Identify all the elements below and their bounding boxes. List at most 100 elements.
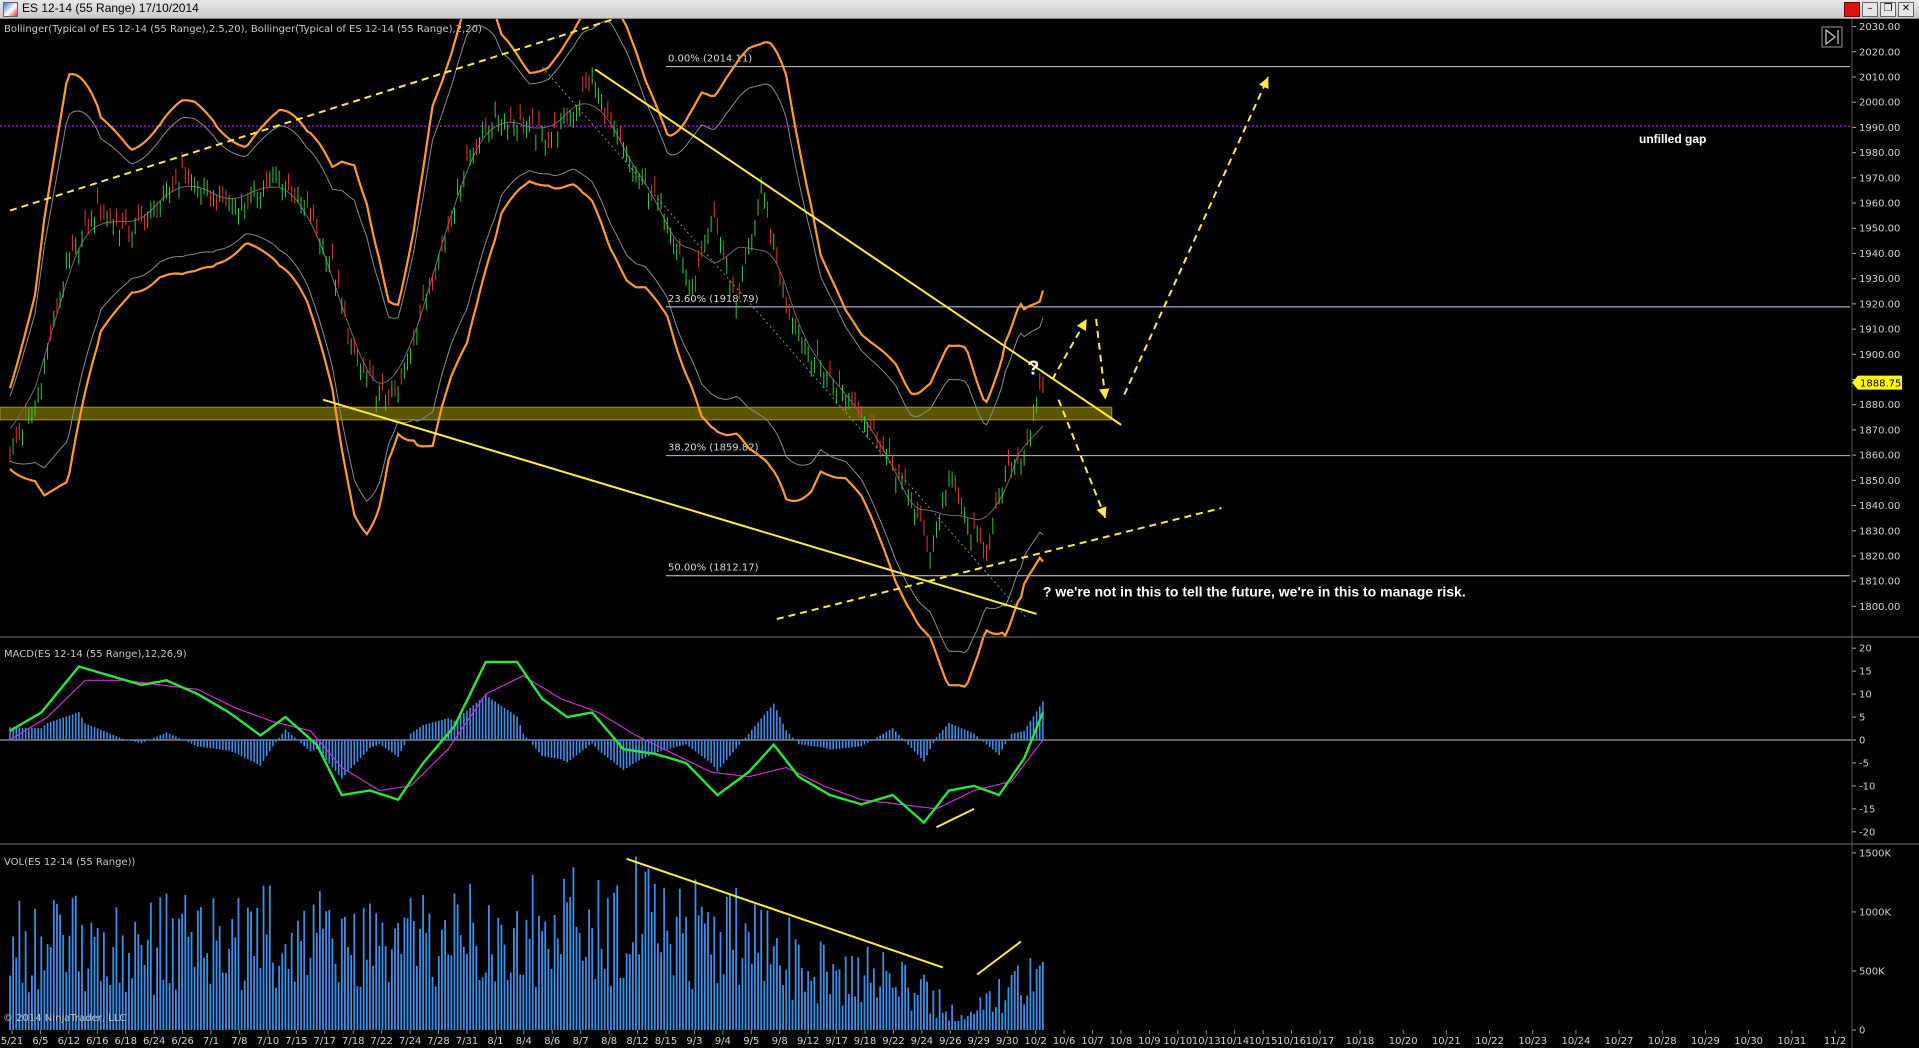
x-tick-label: 9/18: [854, 1036, 876, 1047]
price-y-tick-label: 1980.00: [1859, 148, 1900, 159]
x-tick-label: 10/21: [1432, 1036, 1461, 1047]
unfilled-gap-label: unfilled gap: [1639, 132, 1706, 146]
macd-y-tick-label: 0: [1859, 736, 1865, 747]
support-zone: [0, 406, 1113, 421]
bollinger-midline: [9, 103, 1044, 521]
macd-y-tick-label: -15: [1859, 804, 1875, 815]
x-tick-label: 7/28: [427, 1036, 449, 1047]
bollinger-inner-band-upper: [9, 20, 1044, 426]
price-y-tick-label: 1940.00: [1859, 249, 1900, 260]
close-window-icon[interactable]: ✕: [1898, 2, 1914, 17]
x-tick-label: 9/5: [743, 1036, 759, 1047]
x-tick-label: 10/18: [1346, 1036, 1375, 1047]
macd-indicator-label: MACD(ES 12-14 (55 Range),12,26,9): [4, 649, 187, 660]
x-tick-label: 10/24: [1561, 1036, 1590, 1047]
x-tick-label: 9/24: [911, 1036, 933, 1047]
volume-trendline: [626, 857, 944, 969]
price-y-tick-label: 1830.00: [1859, 526, 1900, 537]
macd-panel[interactable]: MACD(ES 12-14 (55 Range),12,26,9) -20 -15…: [0, 638, 1919, 844]
x-tick-label: 10/27: [1605, 1036, 1634, 1047]
volume-indicator-label: VOL(ES 12-14 (55 Range)): [4, 857, 135, 868]
x-tick-label: 10/30: [1734, 1036, 1763, 1047]
price-y-tick-label: 1840.00: [1859, 501, 1900, 512]
macd-y-axis: -20 -15 -10 -5 0 5 10 15 20: [1852, 638, 1919, 844]
x-tick-label: 9/26: [939, 1036, 961, 1047]
x-tick-label: 6/16: [86, 1036, 108, 1047]
price-trendline: [1123, 76, 1270, 396]
x-tick-label: 6/5: [32, 1036, 48, 1047]
x-tick-label: 7/17: [314, 1036, 336, 1047]
fib-level-label: 23.60% (1918.79): [668, 294, 759, 305]
copyright-label: © 2014 NinjaTrader, LLC: [3, 1013, 126, 1024]
x-tick-label: 10/14: [1220, 1036, 1249, 1047]
bollinger-outer-band-lower: [9, 180, 1044, 688]
restore-window-icon[interactable]: ❐: [1880, 2, 1896, 17]
macd-y-tick-label: -20: [1859, 827, 1875, 838]
x-tick-label: 7/15: [285, 1036, 307, 1047]
price-y-tick-label: 1930.00: [1859, 274, 1900, 285]
fib-level-label: 50.00% (1812.17): [668, 563, 759, 574]
x-tick-label: 8/1: [487, 1036, 503, 1047]
x-tick-label: 9/17: [825, 1036, 847, 1047]
x-tick-label: 10/23: [1518, 1036, 1547, 1047]
price-y-axis: 1800.00 1810.00 1820.00 1830.00 1840.00 1850.…: [1852, 19, 1919, 637]
x-tick-label: 10/7: [1081, 1036, 1103, 1047]
x-tick-label: 5/21: [1, 1036, 23, 1047]
x-tick-label: 10/15: [1249, 1036, 1278, 1047]
price-y-tick-label: 1880.00: [1859, 400, 1900, 411]
x-tick-label: 7/31: [456, 1036, 478, 1047]
price-y-tick-label: 1900.00: [1859, 350, 1900, 361]
x-tick-label: 9/4: [715, 1036, 731, 1047]
arrowhead: [1076, 319, 1087, 331]
x-tick-label: 10/20: [1389, 1036, 1418, 1047]
x-tick-label: 9/8: [772, 1036, 788, 1047]
x-tick-label: 8/4: [516, 1036, 532, 1047]
x-tick-label: 8/6: [544, 1036, 560, 1047]
x-tick-label: 10/31: [1777, 1036, 1806, 1047]
macd-trendline: [936, 807, 975, 829]
app-icon: [3, 2, 18, 17]
volume-y-tick-label: 500K: [1859, 966, 1885, 977]
macd-y-tick-label: 5: [1859, 713, 1865, 724]
x-axis: 5/21 6/5 6/12 6/16 6/18 6/24 6/26 7/1 7/8 7/10 7/1…: [1, 1030, 1846, 1047]
chart-trader-toggle-icon[interactable]: [1821, 26, 1843, 48]
price-y-tick-label: 1920.00: [1859, 299, 1900, 310]
price-panel[interactable]: Bollinger(Typical of ES 12-14 (55 Range)…: [0, 19, 1919, 688]
chart-area[interactable]: Bollinger(Typical of ES 12-14 (55 Range)…: [0, 19, 1919, 1048]
x-tick-label: 10/16: [1277, 1036, 1306, 1047]
volume-y-axis: 0 500K 1000K 1500K: [1852, 845, 1919, 1048]
price-y-tick-label: 1800.00: [1859, 602, 1900, 613]
x-tick-label: 7/10: [257, 1036, 279, 1047]
x-tick-label: 9/22: [882, 1036, 904, 1047]
x-tick-label: 9/30: [996, 1036, 1018, 1047]
candlesticks: [9, 67, 1044, 569]
x-tick-label: 10/9: [1138, 1036, 1160, 1047]
price-y-tick-label: 1970.00: [1859, 173, 1900, 184]
window-title: ES 12-14 (55 Range) 17/10/2014: [22, 1, 199, 15]
minimize-window-icon[interactable]: –: [1862, 2, 1878, 17]
x-tick-label: 9/29: [968, 1036, 990, 1047]
x-tick-label: 6/18: [115, 1036, 137, 1047]
x-tick-label: 6/26: [171, 1036, 193, 1047]
price-y-tick-label: 1870.00: [1859, 425, 1900, 436]
risk-note-annotation: ? we're not in this to tell the future, …: [1043, 583, 1466, 599]
arrowhead: [1096, 506, 1107, 519]
x-tick-label: 7/18: [342, 1036, 364, 1047]
x-tick-label: 10/22: [1475, 1036, 1504, 1047]
x-tick-label: 7/8: [231, 1036, 247, 1047]
x-tick-label: 11/2: [1824, 1036, 1846, 1047]
volume-panel[interactable]: VOL(ES 12-14 (55 Range)) 0 500K 1000K 1500K…: [3, 845, 1919, 1048]
price-y-tick-label: 2010.00: [1859, 72, 1900, 83]
question-mark-annotation: ?: [1027, 357, 1039, 379]
price-y-tick-label: 2020.00: [1859, 47, 1900, 58]
x-tick-label: 9/12: [797, 1036, 819, 1047]
bollinger-indicator-label: Bollinger(Typical of ES 12-14 (55 Range)…: [4, 24, 482, 35]
x-tick-label: 10/8: [1110, 1036, 1132, 1047]
price-y-tick-label: 1820.00: [1859, 551, 1900, 562]
x-tick-label: 10/17: [1306, 1036, 1335, 1047]
price-y-tick-label: 1960.00: [1859, 199, 1900, 210]
price-trendline: [1095, 318, 1107, 400]
price-y-tick-label: 1990.00: [1859, 123, 1900, 134]
price-y-tick-label: 1810.00: [1859, 577, 1900, 588]
x-tick-label: 8/15: [655, 1036, 677, 1047]
